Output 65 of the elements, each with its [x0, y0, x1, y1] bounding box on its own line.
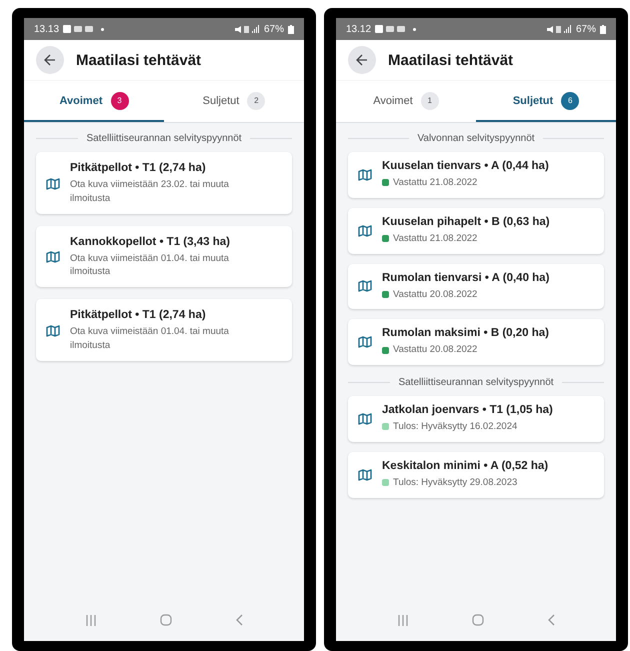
- task-card[interactable]: Jatkolan joenvars • T1 (1,05 ha) Tulos: Hyväksytty 16.02.2024: [348, 396, 604, 442]
- back-arrow-icon: [44, 54, 56, 66]
- task-title: Jatkolan joenvars • T1 (1,05 ha): [382, 404, 553, 416]
- task-title: Kuuselan tienvars • A (0,44 ha): [382, 160, 549, 172]
- task-title: Kannokkopellot • T1 (3,43 ha): [70, 236, 231, 248]
- task-card[interactable]: Kannokkopellot • T1 (3,43 ha) Ota kuva viimeistään 01.04. tai muuta ilmoitusta: [36, 226, 292, 288]
- map-icon: [46, 251, 60, 264]
- task-title: Rumolan maksimi • B (0,20 ha): [382, 327, 549, 340]
- status-text: Tulos: Hyväksytty 16.02.2024: [393, 420, 518, 434]
- task-card[interactable]: Pitkätpellot • T1 (2,74 ha) Ota kuva viimeistään 23.02. tai muuta ilmoitusta: [36, 152, 292, 214]
- recent-apps-icon[interactable]: [85, 614, 98, 626]
- clock: 13.12: [346, 24, 372, 34]
- signal-icon: [234, 24, 260, 34]
- status-text: Vastattu 21.08.2022: [393, 232, 478, 246]
- home-icon[interactable]: [472, 614, 484, 626]
- page-title: Maatilasi tehtävät: [388, 52, 514, 68]
- task-title: Keskitalon minimi • A (0,52 ha): [382, 460, 548, 472]
- home-icon[interactable]: [160, 614, 172, 626]
- status-text: Vastattu 21.08.2022: [393, 176, 478, 190]
- task-card[interactable]: Keskitalon minimi • A (0,52 ha) Tulos: Hyväksytty 29.08.2023: [348, 452, 604, 498]
- battery-percent: 67%: [576, 24, 596, 34]
- back-nav-icon[interactable]: [546, 614, 555, 626]
- dot-icon: [101, 28, 104, 30]
- map-icon: [46, 324, 60, 337]
- task-card[interactable]: Rumolan maksimi • B (0,20 ha) Vastattu 20.08.2022: [348, 319, 604, 366]
- map-icon: [358, 280, 372, 292]
- status-text: Vastattu 20.08.2022: [393, 288, 478, 302]
- task-title: Pitkätpellot • T1 (2,74 ha): [70, 162, 207, 174]
- map-icon: [46, 178, 60, 190]
- section-heading: Satelliittiseurannan selvityspyynnöt: [86, 133, 242, 144]
- count-badge: 6: [561, 92, 580, 110]
- back-button[interactable]: [36, 46, 64, 74]
- task-card[interactable]: Kuuselan pihapelt • B (0,63 ha) Vastattu 21.08.2022: [348, 208, 604, 254]
- task-title: Kuuselan pihapelt • B (0,63 ha): [382, 216, 550, 228]
- map-icon: [358, 468, 372, 481]
- map-icon: [358, 168, 372, 181]
- status-text: Vastattu 20.08.2022: [393, 343, 478, 358]
- task-title: Pitkätpellot • T1 (2,74 ha): [70, 309, 207, 322]
- map-icon: [358, 412, 372, 425]
- dot-icon: [413, 28, 416, 30]
- task-description: Ota kuva viimeistään 01.04. tai muuta ilmoitusta: [70, 325, 230, 353]
- page-title: Maatilasi tehtävät: [76, 52, 202, 68]
- count-badge: 3: [110, 92, 128, 110]
- clock: 13.13: [34, 24, 60, 34]
- battery-icon: [288, 24, 294, 34]
- back-nav-icon[interactable]: [234, 614, 243, 626]
- task-card[interactable]: Kuuselan tienvars • A (0,44 ha) Vastattu 21.08.2022: [348, 152, 604, 198]
- battery-percent: 67%: [264, 24, 284, 34]
- recent-apps-icon[interactable]: [397, 614, 410, 626]
- signal-icon: [546, 24, 572, 34]
- task-description: Ota kuva viimeistään 01.04. tai muuta ilmoitusta: [70, 252, 230, 280]
- count-badge: 1: [420, 92, 439, 110]
- task-card[interactable]: Pitkätpellot • T1 (2,74 ha) Ota kuva viimeistään 01.04. tai muuta ilmoitusta: [36, 299, 292, 361]
- status-text: Tulos: Hyväksytty 29.08.2023: [393, 476, 518, 490]
- task-title: Rumolan tienvarsi • A (0,40 ha): [382, 272, 550, 284]
- task-description: Ota kuva viimeistään 23.02. tai muuta ilmoitusta: [70, 178, 230, 206]
- task-card[interactable]: Rumolan tienvarsi • A (0,40 ha) Vastattu 20.08.2022: [348, 264, 604, 310]
- back-button[interactable]: [348, 46, 376, 74]
- section-heading: Valvonnan selvityspyynnöt: [417, 133, 535, 144]
- battery-icon: [600, 24, 606, 34]
- count-badge: 2: [247, 92, 266, 110]
- map-icon: [358, 224, 372, 237]
- section-heading: Satelliittiseurannan selvityspyynnöt: [398, 377, 554, 388]
- back-arrow-icon: [356, 54, 368, 66]
- map-icon: [358, 336, 372, 348]
